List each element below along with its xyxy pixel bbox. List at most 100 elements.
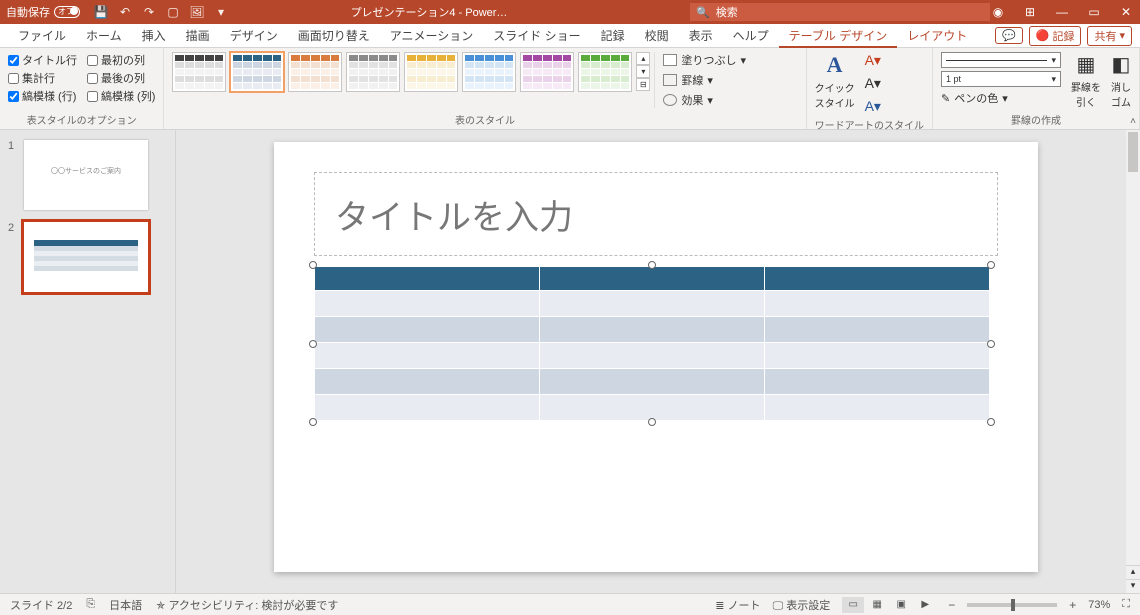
- selection-handle[interactable]: [648, 418, 656, 426]
- display-settings-button[interactable]: 🖵 表示設定: [773, 597, 831, 613]
- spellcheck-icon[interactable]: ⎘: [86, 598, 95, 611]
- accessibility-checker[interactable]: ✯ アクセシビリティ: 検討が必要です: [156, 597, 338, 613]
- zoom-out-icon[interactable]: −: [948, 598, 955, 612]
- eraser-icon: ◧: [1112, 52, 1131, 77]
- selection-handle[interactable]: [987, 261, 995, 269]
- group-label: 罫線の作成: [941, 110, 1131, 129]
- text-outline-icon[interactable]: A▾: [865, 75, 881, 92]
- minimize-icon[interactable]: —: [1054, 5, 1070, 19]
- slide-thumbnail-pane: 1 〇〇サービスのご案内 2: [0, 130, 176, 593]
- autosave-toggle[interactable]: 自動保存 オフ: [6, 4, 80, 20]
- record-button[interactable]: 🔴 記録: [1029, 26, 1082, 46]
- tab-file[interactable]: ファイル: [8, 24, 76, 48]
- slideshow-view-icon[interactable]: ▶: [914, 597, 936, 613]
- maximize-icon[interactable]: ▭: [1086, 5, 1102, 19]
- tab-layout[interactable]: レイアウト: [897, 24, 977, 48]
- ribbon: タイトル行 最初の列 集計行 最後の列 縞模様 (行) 縞模様 (列) 表スタイ…: [0, 48, 1140, 130]
- zoom-percent[interactable]: 73%: [1088, 599, 1110, 611]
- save-icon[interactable]: 💾: [94, 5, 108, 19]
- table-style-thumb[interactable]: [404, 52, 458, 92]
- table-style-thumb[interactable]: [172, 52, 226, 92]
- qat-dropdown-icon[interactable]: ▾: [214, 5, 228, 19]
- quick-styles-button[interactable]: A クイック スタイル: [815, 52, 855, 110]
- tab-table-design[interactable]: テーブル デザイン: [779, 24, 898, 48]
- selection-handle[interactable]: [987, 340, 995, 348]
- redo-icon[interactable]: ↷: [142, 5, 156, 19]
- tab-draw[interactable]: 描画: [176, 24, 220, 48]
- chk-banded-rows[interactable]: 縞模様 (行): [8, 88, 77, 104]
- selection-handle[interactable]: [309, 418, 317, 426]
- gallery-up-icon[interactable]: ▴: [636, 52, 650, 65]
- tab-insert[interactable]: 挿入: [132, 24, 176, 48]
- shading-button[interactable]: 塗りつぶし ▾: [663, 52, 746, 68]
- language-indicator[interactable]: 日本語: [109, 597, 142, 613]
- sorter-view-icon[interactable]: ▦: [866, 597, 888, 613]
- slide-editor[interactable]: タイトルを入力: [176, 130, 1140, 593]
- table-style-thumb[interactable]: [288, 52, 342, 92]
- text-effects-icon[interactable]: A▾: [865, 98, 881, 115]
- pen-weight-dropdown[interactable]: 1 pt▾: [941, 71, 1061, 87]
- search-box[interactable]: 🔍 検索: [690, 3, 990, 21]
- tab-transitions[interactable]: 画面切り替え: [288, 24, 380, 48]
- account-icon[interactable]: ◉: [990, 5, 1006, 19]
- from-beginning-icon[interactable]: ▢: [166, 5, 180, 19]
- table-style-thumb[interactable]: [520, 52, 574, 92]
- pen-color-button[interactable]: ✎ペンの色 ▾: [941, 90, 1061, 106]
- group-wordart-styles: A クイック スタイル A▾ A▾ A▾ ワードアートのスタイル: [807, 48, 933, 129]
- app-options-icon[interactable]: ⊞: [1022, 5, 1038, 19]
- picture-icon[interactable]: 🖼: [190, 5, 204, 19]
- slide-thumbnail[interactable]: 2: [8, 222, 167, 292]
- share-button[interactable]: 共有 ▾: [1087, 26, 1132, 46]
- next-slide-icon[interactable]: ▾: [1126, 579, 1140, 593]
- slide-counter[interactable]: スライド 2/2: [10, 597, 72, 613]
- gallery-more-icon[interactable]: ⊟: [636, 78, 650, 91]
- table-style-thumb[interactable]: [578, 52, 632, 92]
- borders-button[interactable]: 罫線 ▾: [663, 72, 746, 88]
- tab-help[interactable]: ヘルプ: [723, 24, 779, 48]
- prev-slide-icon[interactable]: ▴: [1126, 565, 1140, 579]
- undo-icon[interactable]: ↶: [118, 5, 132, 19]
- title-placeholder[interactable]: タイトルを入力: [314, 172, 998, 256]
- selection-handle[interactable]: [987, 418, 995, 426]
- tab-design[interactable]: デザイン: [220, 24, 288, 48]
- comments-button[interactable]: 💬: [995, 27, 1023, 44]
- zoom-in-icon[interactable]: +: [1069, 598, 1076, 612]
- collapse-ribbon-icon[interactable]: ˄: [1130, 116, 1136, 127]
- tab-review[interactable]: 校閲: [635, 24, 679, 48]
- table-style-thumb[interactable]: [346, 52, 400, 92]
- tab-record[interactable]: 記録: [591, 24, 635, 48]
- fit-to-window-icon[interactable]: ⛶: [1122, 598, 1130, 611]
- selection-handle[interactable]: [648, 261, 656, 269]
- tab-slideshow[interactable]: スライド ショー: [483, 24, 590, 48]
- table-object[interactable]: [314, 266, 990, 421]
- zoom-slider[interactable]: [967, 603, 1057, 607]
- slide-thumbnail[interactable]: 1 〇〇サービスのご案内: [8, 140, 167, 210]
- eraser-button[interactable]: ◧ 消し ゴム: [1111, 52, 1131, 109]
- effects-button[interactable]: 効果 ▾: [663, 92, 746, 108]
- notes-button[interactable]: ≣ ノート: [715, 597, 760, 613]
- draw-table-button[interactable]: ▦ 罫線を 引く: [1071, 52, 1101, 109]
- close-icon[interactable]: ✕: [1118, 5, 1134, 19]
- chk-first-col[interactable]: 最初の列: [87, 52, 155, 68]
- tab-animations[interactable]: アニメーション: [380, 24, 484, 48]
- table-style-thumb[interactable]: [462, 52, 516, 92]
- autosave-label: 自動保存: [6, 4, 50, 20]
- text-fill-icon[interactable]: A▾: [865, 52, 881, 69]
- chk-banded-cols[interactable]: 縞模様 (列): [87, 88, 155, 104]
- reading-view-icon[interactable]: ▣: [890, 597, 912, 613]
- selection-handle[interactable]: [309, 261, 317, 269]
- gallery-down-icon[interactable]: ▾: [636, 65, 650, 78]
- pen-style-dropdown[interactable]: ▾: [941, 52, 1061, 68]
- normal-view-icon[interactable]: ▭: [842, 597, 864, 613]
- bucket-icon: [663, 54, 677, 66]
- group-table-style-options: タイトル行 最初の列 集計行 最後の列 縞模様 (行) 縞模様 (列) 表スタイ…: [0, 48, 164, 129]
- chk-last-col[interactable]: 最後の列: [87, 70, 155, 86]
- tab-view[interactable]: 表示: [679, 24, 723, 48]
- vertical-scrollbar[interactable]: [1126, 130, 1140, 593]
- selection-handle[interactable]: [309, 340, 317, 348]
- chk-total-row[interactable]: 集計行: [8, 70, 77, 86]
- tab-home[interactable]: ホーム: [76, 24, 132, 48]
- table-style-thumb[interactable]: [230, 52, 284, 92]
- chk-header-row[interactable]: タイトル行: [8, 52, 77, 68]
- title-bar: 自動保存 オフ 💾 ↶ ↷ ▢ 🖼 ▾ プレゼンテーション4 - Power… …: [0, 0, 1140, 24]
